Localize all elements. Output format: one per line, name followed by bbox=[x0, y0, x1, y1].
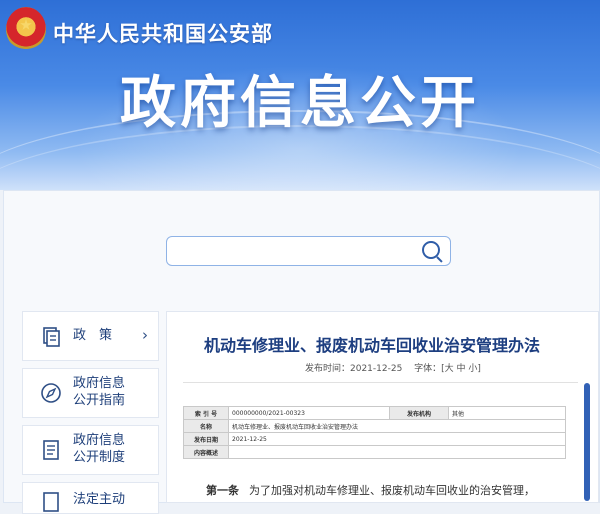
compass-icon bbox=[41, 383, 61, 403]
scrollbar[interactable] bbox=[584, 383, 590, 501]
table-row: 名称 机动车修理业、报废机动车回收业治安管理办法 bbox=[183, 419, 566, 433]
sidebar-item-label-line2: 公开制度 bbox=[73, 450, 126, 465]
sidebar-item-label-line1: 政府信息 bbox=[73, 433, 126, 448]
sidebar-item-policy[interactable]: 政 策 › bbox=[22, 311, 159, 361]
table-label: 索 引 号 bbox=[183, 406, 229, 420]
sidebar-item-label-line1: 政府信息 bbox=[73, 376, 126, 391]
national-emblem-icon[interactable] bbox=[6, 7, 46, 51]
sidebar-item-disclosure-guide[interactable]: 政府信息 公开指南 bbox=[22, 368, 159, 418]
table-label: 内容概述 bbox=[183, 445, 229, 459]
chevron-right-icon: › bbox=[142, 326, 148, 344]
table-cell bbox=[228, 445, 566, 459]
sidebar-item-disclosure-system[interactable]: 政府信息 公开制度 bbox=[22, 425, 159, 475]
table-cell: 机动车修理业、报废机动车回收业治安管理办法 bbox=[228, 419, 566, 433]
sidebar-item-label: 政府信息 公开制度 bbox=[73, 432, 125, 466]
document-icon bbox=[43, 492, 59, 512]
info-table: 索 引 号 000000000/2021-00323 发布机构 其他 名称 机动… bbox=[183, 406, 566, 459]
sidebar-item-label: 政府信息 公开指南 bbox=[73, 375, 125, 409]
table-row: 发布日期 2021-12-25 bbox=[183, 432, 566, 446]
article-title: 机动车修理业、报废机动车回收业治安管理办法 bbox=[203, 336, 540, 355]
sidebar-item-statutory[interactable]: 法定主动 bbox=[22, 482, 159, 514]
table-label: 发布机构 bbox=[389, 406, 449, 420]
search-input[interactable] bbox=[166, 236, 451, 266]
table-label: 名称 bbox=[183, 419, 229, 433]
sidebar-item-label: 法定主动 bbox=[73, 492, 126, 507]
table-cell: 其他 bbox=[448, 406, 566, 420]
clause-text: 为了加强对机动车修理业、报废机动车回收业的治安管理， bbox=[249, 484, 535, 497]
sidebar-item-label-line2: 公开指南 bbox=[73, 393, 126, 408]
search-icon[interactable] bbox=[422, 241, 440, 259]
divider bbox=[183, 382, 578, 383]
table-cell: 000000000/2021-00323 bbox=[228, 406, 390, 420]
publish-meta: 发布时间：2021-12-25 字体：[大 中 小] bbox=[305, 364, 481, 374]
header-banner: 中华人民共和国公安部 政府信息公开 bbox=[0, 0, 600, 190]
table-cell: 2021-12-25 bbox=[228, 432, 566, 446]
ministry-name[interactable]: 中华人民共和国公安部 bbox=[53, 18, 273, 48]
table-label: 发布日期 bbox=[183, 432, 229, 446]
list-document-icon bbox=[43, 440, 59, 460]
document-icon bbox=[43, 327, 60, 347]
sidebar-item-label: 政 策 bbox=[73, 328, 113, 343]
clause-label: 第一条 bbox=[206, 484, 239, 497]
table-row: 索 引 号 000000000/2021-00323 发布机构 其他 bbox=[183, 406, 566, 420]
table-row: 内容概述 bbox=[183, 445, 566, 459]
article-body: 第一条 为了加强对机动车修理业、报废机动车回收业的治安管理， bbox=[206, 482, 535, 498]
banner-title: 政府信息公开 bbox=[120, 71, 480, 136]
